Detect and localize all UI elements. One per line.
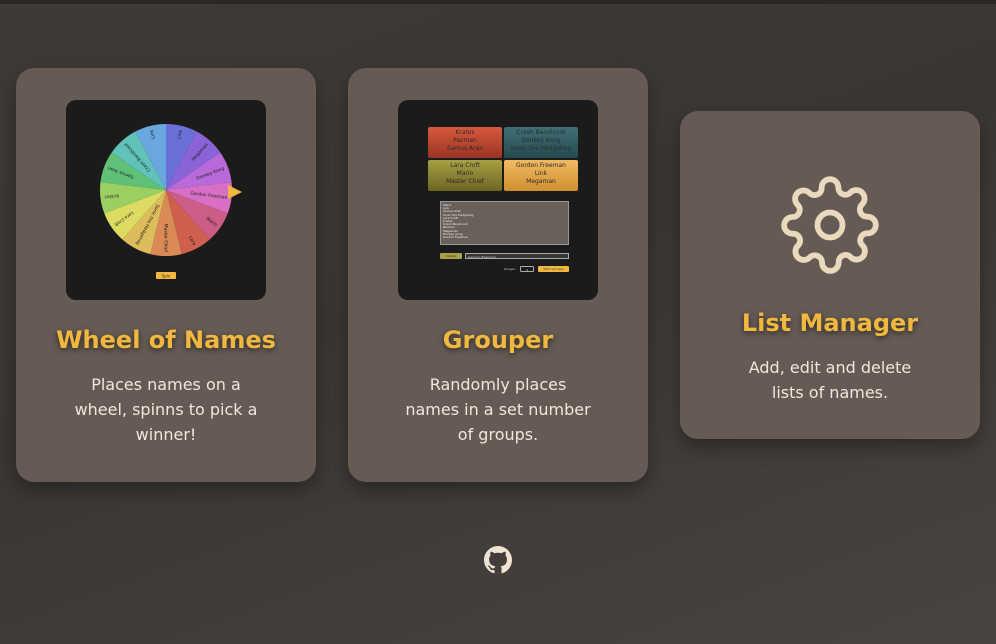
grouper-preview: Kratos Pacman Samus Aran Crash Bandicoot Do… (398, 100, 598, 300)
group-box: Kratos Pacman Samus Aran (428, 127, 502, 158)
wheel-pointer-icon (228, 185, 242, 199)
list-select: Gamers (Example) (465, 253, 569, 259)
wheel-preview-svg: LinkMegamanDonkey KongGordon FreemanMari… (100, 124, 242, 279)
card-description: Add, edit and delete lists of names. (748, 358, 912, 402)
card-description: Places names on a wheel, spinns to pick … (74, 375, 258, 444)
github-icon[interactable] (484, 546, 512, 574)
start-grouper-button: Start Grouper (538, 266, 569, 272)
group-box: Crash Bandicoot Donkey Kong Sonic the Hedg… (504, 127, 578, 158)
gear-icon (781, 176, 879, 274)
card-title: List Manager (741, 309, 919, 337)
card-description: Randomly places names in a set number of… (405, 375, 591, 444)
top-bar (0, 0, 996, 4)
wheel-slice-label: Master Chief (163, 224, 169, 253)
groups-label: Groups: (504, 267, 516, 271)
wheel-preview: Link Megaman Donkey Kong Gordon Freeman Mari… (66, 100, 266, 300)
list-manager-card[interactable]: List Manager Add, edit and delete lists … (680, 111, 980, 439)
groups-input: 4 (520, 266, 534, 272)
group-box: Gordon Freeman Link Megaman (504, 160, 578, 191)
group-box: Lara Croft Mario Master Chief (428, 160, 502, 191)
grouper-card[interactable]: Kratos Pacman Samus Aran Crash Bandicoot Do… (348, 68, 648, 482)
names-textarea: Mario Link Samus Aran Sonic the Hedgehog… (440, 201, 569, 245)
spin-label: Spin (162, 274, 171, 279)
card-title: Grouper (442, 326, 554, 354)
card-title: Wheel of Names (56, 326, 276, 354)
update-button: Update (440, 253, 462, 259)
wheel-of-names-card[interactable]: Link Megaman Donkey Kong Gordon Freeman Mari… (16, 68, 316, 482)
